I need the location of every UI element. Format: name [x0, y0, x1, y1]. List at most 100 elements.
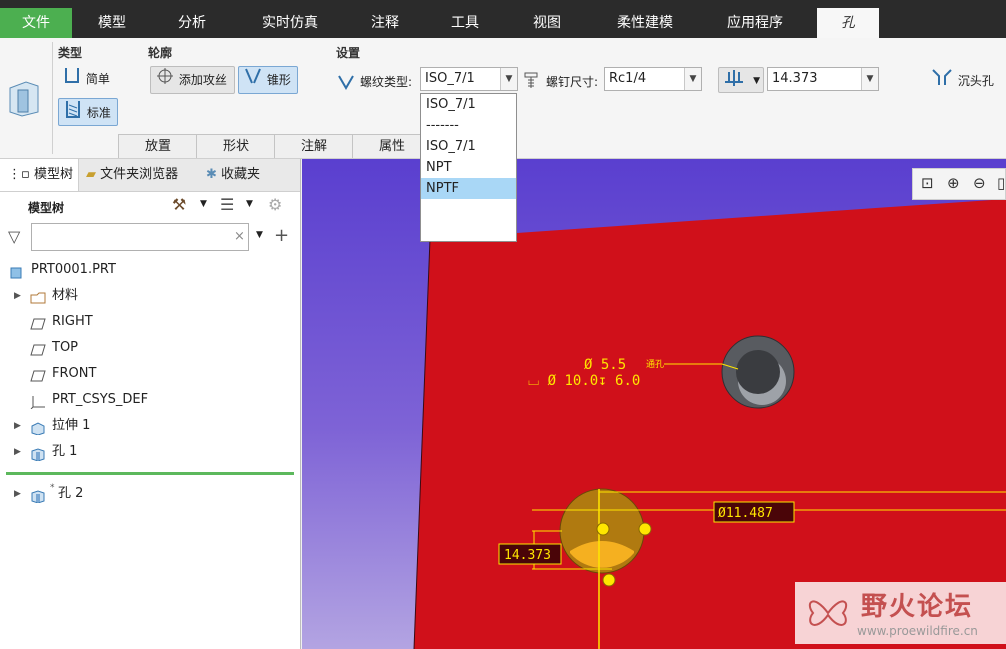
- tab-annotate[interactable]: 注释: [350, 8, 420, 38]
- drag-handle[interactable]: [638, 522, 652, 536]
- taper-button[interactable]: 锥形: [238, 66, 298, 94]
- countersink-button[interactable]: 沉头孔: [930, 67, 1006, 95]
- watermark: 野火论坛 www.proewildfire.cn: [795, 582, 1006, 644]
- tree-item-label: 材料: [52, 288, 79, 303]
- drag-handle[interactable]: [596, 522, 610, 536]
- simple-button[interactable]: 简单: [58, 66, 118, 92]
- dropdown-option[interactable]: NPT: [421, 157, 516, 178]
- dropdown-option[interactable]: -------: [421, 115, 516, 136]
- add-tap-button[interactable]: 添加攻丝: [150, 66, 235, 94]
- repaint-icon[interactable]: ▯: [997, 174, 1005, 192]
- hole-icon: [30, 445, 45, 462]
- tree-item-hole-2[interactable]: ▶ * 孔 2: [0, 481, 300, 507]
- tree-item-label: FRONT: [52, 366, 97, 381]
- tab-favorites[interactable]: ✱ 收藏夹: [206, 159, 286, 191]
- tab-applications[interactable]: 应用程序: [710, 8, 800, 38]
- tree-item-label: 孔 1: [52, 444, 78, 459]
- add-filter-icon[interactable]: +: [274, 225, 289, 246]
- tree-item-extrude[interactable]: ▶ 拉伸 1: [0, 413, 300, 439]
- depth-value-field[interactable]: 14.373 ▼: [767, 67, 879, 91]
- graphics-viewport[interactable]: Ø 5.5 通孔 ⌴ Ø 10.0↧ 6.0 Ø11.487 14.373: [302, 159, 1006, 649]
- tab-analysis[interactable]: 分析: [152, 8, 232, 38]
- tree-search-input[interactable]: [31, 223, 249, 251]
- expand-caret-icon[interactable]: ▶: [14, 439, 21, 465]
- filter-settings-icon[interactable]: ⚙: [268, 195, 282, 214]
- taper-icon: [243, 67, 263, 94]
- tree-item-material[interactable]: ▶ 材料: [0, 283, 300, 309]
- watermark-url: www.proewildfire.cn: [857, 624, 978, 638]
- dropdown-option[interactable]: ISO_7/1: [421, 136, 516, 157]
- dropdown-option[interactable]: ISO_7/1: [421, 94, 516, 115]
- tree-item-hole-1[interactable]: ▶ 孔 1: [0, 439, 300, 465]
- zoom-out-icon[interactable]: ⊖: [973, 174, 986, 192]
- watermark-title: 野火论坛: [861, 592, 974, 622]
- subtab-note[interactable]: 注解: [274, 134, 354, 158]
- tab-view[interactable]: 视图: [512, 8, 582, 38]
- tree-item-csys[interactable]: PRT_CSYS_DEF: [0, 387, 300, 413]
- add-tap-label: 添加攻丝: [178, 73, 227, 87]
- chevron-down-icon[interactable]: ▼: [200, 199, 207, 209]
- expand-caret-icon[interactable]: ▶: [14, 413, 21, 439]
- datum-plane-icon: [30, 367, 46, 382]
- subtab-placement[interactable]: 放置: [118, 134, 198, 158]
- thread-type-dropdown: ISO_7/1 ------- ISO_7/1 NPT NPTF: [420, 93, 517, 242]
- tab-model-tree[interactable]: ⋮▫ 模型树: [0, 159, 79, 191]
- hole-1-thru-text: 通孔: [646, 359, 664, 370]
- tab-model[interactable]: 模型: [72, 8, 152, 38]
- thread-type-label: 螺纹类型:: [360, 75, 413, 89]
- chevron-down-icon[interactable]: ▼: [753, 68, 760, 94]
- tab-model-tree-label: 模型树: [33, 167, 73, 182]
- tree-icon: ⋮▫: [8, 167, 30, 182]
- tab-flexible-modeling[interactable]: 柔性建模: [600, 8, 690, 38]
- tab-tools[interactable]: 工具: [430, 8, 500, 38]
- screw-size-label: 螺钉尺寸:: [546, 75, 599, 89]
- clear-icon[interactable]: ×: [234, 229, 245, 244]
- hole-feature-icon: [6, 78, 42, 118]
- hole-1: [721, 335, 795, 409]
- zoom-to-fit-icon[interactable]: ⊡: [921, 174, 934, 192]
- expand-caret-icon[interactable]: ▶: [14, 481, 21, 507]
- expand-caret-icon[interactable]: ▶: [14, 283, 21, 309]
- tree-settings-icon[interactable]: ⚒: [172, 195, 186, 214]
- depth-dimension[interactable]: 14.373: [504, 548, 551, 563]
- settings-group-title: 设置: [336, 46, 361, 60]
- tab-favorites-label: 收藏夹: [221, 167, 261, 182]
- chevron-down-icon[interactable]: ▼: [500, 68, 517, 90]
- tab-folder-browser-label: 文件夹浏览器: [100, 167, 179, 182]
- model-canvas[interactable]: Ø 5.5 通孔 ⌴ Ø 10.0↧ 6.0 Ø11.487 14.373: [302, 159, 1006, 649]
- zoom-in-icon[interactable]: ⊕: [947, 174, 960, 192]
- show-columns-icon[interactable]: ☰: [220, 195, 234, 214]
- favorites-icon: ✱: [206, 167, 217, 182]
- taper-label: 锥形: [266, 73, 291, 87]
- drag-handle[interactable]: [602, 573, 616, 587]
- tree-item-front-plane[interactable]: FRONT: [0, 361, 300, 387]
- tree-item-label: RIGHT: [52, 314, 93, 329]
- subtab-shape[interactable]: 形状: [196, 134, 276, 158]
- thread-type-select[interactable]: ISO_7/1 ▼: [420, 67, 518, 91]
- depth-value: 14.373: [772, 71, 818, 86]
- simple-hole-icon: [62, 66, 82, 93]
- tree-item-right-plane[interactable]: RIGHT: [0, 309, 300, 335]
- tree-item-part[interactable]: PRT0001.PRT: [0, 257, 300, 283]
- standard-hole-icon: [63, 99, 83, 128]
- screw-size-select[interactable]: Rc1/4 ▼: [604, 67, 702, 91]
- tap-icon: [155, 67, 175, 94]
- dropdown-option-highlighted[interactable]: NPTF: [421, 178, 516, 199]
- tree-item-label: 孔 2: [58, 486, 84, 501]
- tab-file[interactable]: 文件: [0, 8, 72, 38]
- tree-item-top-plane[interactable]: TOP: [0, 335, 300, 361]
- countersink-label: 沉头孔: [957, 74, 994, 88]
- chevron-down-icon[interactable]: ▼: [246, 199, 253, 209]
- tab-folder-browser[interactable]: ▰ 文件夹浏览器: [86, 159, 200, 191]
- material-icon: [30, 289, 46, 304]
- chevron-down-icon[interactable]: ▼: [684, 68, 701, 90]
- diameter-dimension[interactable]: Ø11.487: [718, 506, 773, 521]
- tab-live-simulation[interactable]: 实时仿真: [240, 8, 340, 38]
- extrude-icon: [30, 419, 45, 436]
- chevron-down-icon[interactable]: ▼: [256, 230, 263, 240]
- standard-button[interactable]: 标准: [58, 98, 118, 126]
- tab-hole[interactable]: 孔: [817, 8, 879, 38]
- depth-option-button[interactable]: ▼: [718, 67, 764, 93]
- chevron-down-icon[interactable]: ▼: [861, 68, 878, 90]
- tree-item-label: 拉伸 1: [52, 418, 91, 433]
